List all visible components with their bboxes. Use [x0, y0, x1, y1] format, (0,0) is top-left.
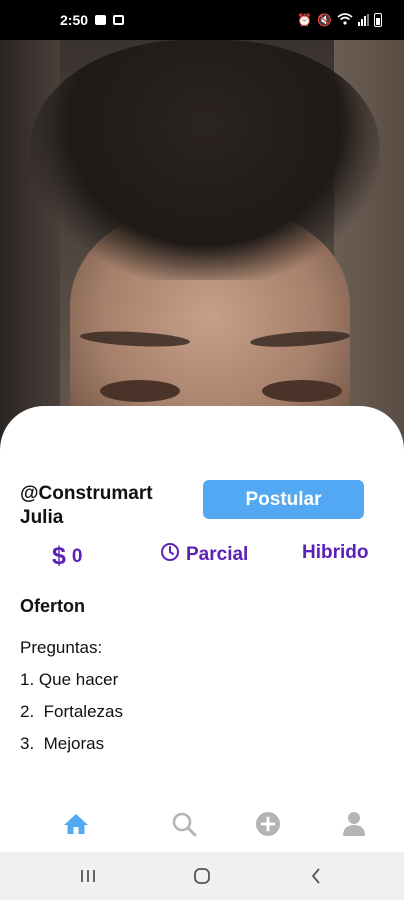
search-icon: [172, 812, 197, 837]
nav-add[interactable]: [248, 806, 288, 842]
status-left: 2:50: [60, 12, 125, 28]
nav-search[interactable]: [164, 806, 204, 842]
nav-home[interactable]: [56, 806, 96, 842]
system-home-button[interactable]: [182, 862, 222, 890]
apply-button[interactable]: Postular: [203, 480, 364, 519]
clock-icon: [160, 542, 180, 568]
system-nav-bar: [0, 852, 404, 900]
job-title: Oferton: [20, 596, 85, 616]
poster-name: @Construmart Julia: [20, 482, 190, 530]
recents-button[interactable]: [68, 862, 108, 890]
back-button[interactable]: [296, 862, 336, 890]
home-icon: [64, 814, 88, 834]
job-card: @Construmart Julia Postular $ 0 Parcial …: [0, 406, 404, 854]
status-time: 2:50: [60, 12, 89, 28]
profile-icon: [343, 812, 365, 836]
poster-handle: @Construmart: [20, 483, 153, 504]
poster-full-name: Julia: [20, 507, 64, 528]
modality-stat: Hibrido: [302, 542, 369, 564]
description-line: 2. Fortalezas: [20, 702, 123, 721]
salary-stat: $ 0: [52, 542, 82, 571]
job-description: Preguntas: 1. Que hacer 2. Fortalezas 3.…: [20, 632, 123, 760]
add-circle-icon: [256, 812, 280, 836]
job-stats: $ 0 Parcial Hibrido: [0, 542, 404, 572]
gallery-notification-icon: [95, 15, 107, 25]
salary-value: 0: [71, 545, 83, 567]
signal-icon: [358, 14, 369, 26]
nav-profile[interactable]: [334, 806, 374, 842]
description-line: 3. Mejoras: [20, 734, 105, 753]
app-notification-icon: [113, 15, 125, 25]
schedule-stat: Parcial: [160, 542, 248, 568]
mute-icon: 🔇: [317, 13, 332, 27]
schedule-value: Parcial: [186, 544, 249, 565]
bottom-nav: [0, 800, 404, 852]
wifi-icon: [337, 12, 353, 28]
description-line: 1. Que hacer: [20, 670, 119, 689]
status-bar: 2:50 ⏰ 🔇: [0, 0, 404, 40]
status-right: ⏰ 🔇: [297, 12, 382, 28]
recents-icon: [81, 870, 95, 882]
system-home-icon: [194, 868, 210, 884]
alarm-icon: ⏰: [297, 13, 313, 27]
modality-value: Hibrido: [302, 542, 369, 563]
dollar-icon: $: [52, 542, 66, 570]
battery-icon: [374, 13, 382, 27]
back-icon: [311, 868, 320, 884]
description-line: Preguntas:: [20, 638, 103, 657]
